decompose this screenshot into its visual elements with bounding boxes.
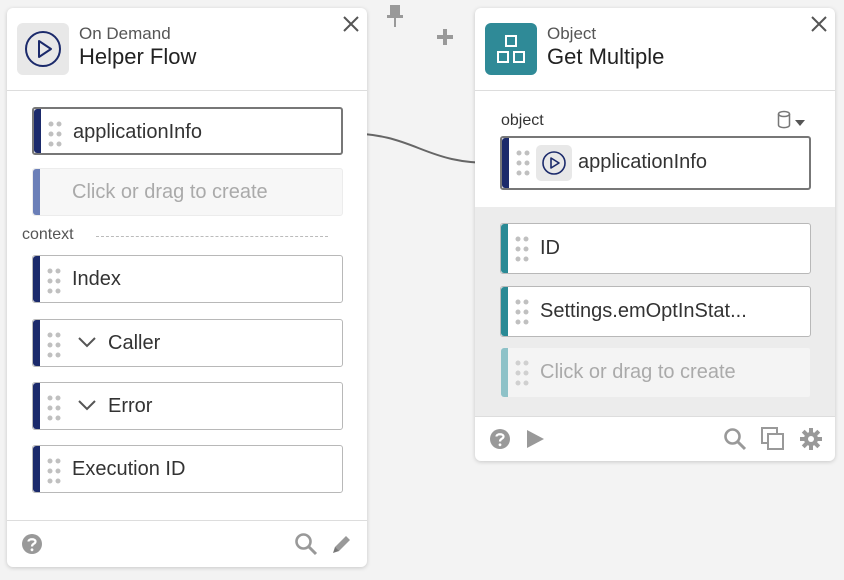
placeholder-label: Click or drag to create — [540, 361, 736, 383]
field-label: Index — [72, 268, 121, 290]
pencil-icon[interactable] — [330, 532, 354, 556]
field-error[interactable]: Error — [32, 382, 343, 430]
drag-handle-icon[interactable] — [515, 299, 529, 325]
drag-handle-icon[interactable] — [47, 332, 61, 358]
field-label: Execution ID — [72, 458, 186, 480]
section-divider — [96, 236, 328, 237]
card-title: Get Multiple — [547, 44, 665, 69]
create-field-placeholder[interactable]: Click or drag to create — [500, 347, 811, 398]
field-settings-emoptinstat[interactable]: Settings.emOptInStat... — [500, 286, 811, 337]
card-subtitle: Object — [547, 24, 597, 43]
plus-icon[interactable] — [435, 27, 455, 47]
search-icon[interactable] — [294, 532, 318, 556]
play-circle-icon — [542, 151, 566, 175]
database-dropdown[interactable] — [777, 110, 807, 132]
field-label: Error — [108, 395, 153, 417]
field-id[interactable]: ID — [500, 223, 811, 274]
card-title: Helper Flow — [79, 44, 197, 69]
context-section-label: context — [22, 226, 74, 243]
play-circle-icon — [25, 31, 61, 67]
database-icon — [777, 110, 791, 129]
copy-icon[interactable] — [760, 426, 786, 452]
drag-handle-icon[interactable] — [47, 395, 61, 421]
field-label: applicationInfo — [578, 151, 707, 173]
play-icon-box — [536, 145, 572, 181]
field-index[interactable]: Index — [32, 255, 343, 303]
help-icon[interactable] — [21, 533, 43, 555]
chevron-down-icon[interactable] — [77, 398, 97, 412]
field-label: ID — [540, 237, 560, 259]
drag-handle-icon[interactable] — [515, 360, 529, 386]
field-execution-id[interactable]: Execution ID — [32, 445, 343, 493]
card-header: Object Get Multiple — [475, 8, 835, 91]
chevron-down-icon[interactable] — [77, 335, 97, 349]
card-subtitle: On Demand — [79, 24, 171, 43]
field-label: applicationInfo — [73, 121, 202, 143]
drag-handle-icon[interactable] — [47, 268, 61, 294]
close-icon[interactable] — [341, 14, 361, 34]
grid-icon — [497, 35, 525, 63]
object-icon-box — [485, 23, 537, 75]
field-label: Settings.emOptInStat... — [540, 300, 747, 322]
close-icon[interactable] — [809, 14, 829, 34]
field-caller[interactable]: Caller — [32, 319, 343, 367]
caret-down-icon — [795, 120, 805, 126]
search-icon[interactable] — [723, 427, 747, 451]
card-footer — [7, 520, 367, 567]
gear-icon[interactable] — [799, 427, 823, 451]
pin-icon[interactable] — [385, 3, 405, 29]
field-label: Caller — [108, 332, 161, 354]
get-multiple-card: Object Get Multiple object applicationIn… — [475, 8, 835, 461]
play-icon[interactable] — [524, 428, 546, 450]
placeholder-label: Click or drag to create — [72, 181, 268, 203]
help-icon[interactable] — [489, 428, 511, 450]
drag-handle-icon[interactable] — [516, 150, 530, 176]
card-header: On Demand Helper Flow — [7, 8, 367, 91]
object-field-applicationinfo[interactable]: applicationInfo — [500, 136, 811, 190]
drag-handle-icon[interactable] — [48, 121, 62, 147]
create-field-placeholder[interactable]: Click or drag to create — [32, 168, 343, 216]
object-label: object — [501, 112, 544, 129]
field-applicationinfo[interactable]: applicationInfo — [32, 107, 343, 155]
on-demand-icon-box — [17, 23, 69, 75]
drag-handle-icon[interactable] — [47, 458, 61, 484]
drag-handle-icon[interactable] — [515, 236, 529, 262]
card-footer — [475, 416, 835, 461]
helper-flow-card: On Demand Helper Flow applicationInfo Cl… — [7, 8, 367, 567]
